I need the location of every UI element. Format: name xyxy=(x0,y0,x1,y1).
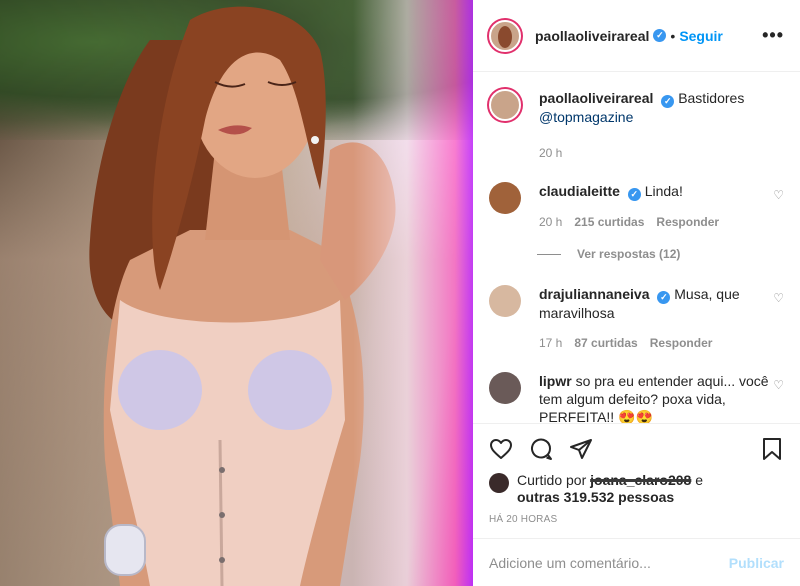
comment-like-heart-icon[interactable]: ♡ xyxy=(773,188,784,202)
header-separator: • xyxy=(670,27,676,44)
comments-panel[interactable]: paollaoliveirareal ✓ Bastidores @topmaga… xyxy=(473,73,800,423)
caption-time[interactable]: 20 h xyxy=(539,146,562,160)
verified-badge-icon: ✓ xyxy=(627,188,641,201)
comment-likes[interactable]: 87 curtidas xyxy=(574,336,637,350)
comment-item: lipwr so pra eu entender aqui... você te… xyxy=(489,372,784,423)
add-comment-bar: Publicar xyxy=(473,538,800,586)
comment-item: drajuliannaneiva ✓ Musa, que maravilhosa… xyxy=(489,285,784,350)
verified-badge-icon: ✓ xyxy=(657,291,671,304)
more-options-icon[interactable]: ••• xyxy=(762,25,784,46)
comment-bubble-icon[interactable] xyxy=(529,437,553,461)
comment-like-heart-icon[interactable]: ♡ xyxy=(773,378,784,392)
likes-connector: e xyxy=(695,472,704,488)
reply-button[interactable]: Responder xyxy=(650,336,713,350)
bookmark-icon[interactable] xyxy=(760,437,784,461)
comment-username[interactable]: lipwr xyxy=(539,373,572,389)
post-timestamp[interactable]: HÁ 20 HORAS xyxy=(489,514,784,525)
liker-username[interactable]: joana_claro208 xyxy=(590,472,691,488)
likes-summary: Curtido por joana_claro208 e outras 319.… xyxy=(489,472,784,506)
comment-username[interactable]: drajuliannaneiva xyxy=(539,286,649,302)
post-header: paollaoliveirareal ✓ • Seguir ••• xyxy=(473,0,800,72)
caption-username[interactable]: paollaoliveirareal xyxy=(539,90,653,106)
comment-input[interactable] xyxy=(489,554,729,571)
author-avatar[interactable] xyxy=(489,19,521,52)
verified-badge-icon: ✓ xyxy=(661,95,675,108)
likes-prefix: Curtido por xyxy=(517,472,587,488)
photo-light-leak xyxy=(353,0,473,586)
like-heart-icon[interactable] xyxy=(489,437,513,461)
comment-time[interactable]: 20 h xyxy=(539,215,562,229)
verified-badge-icon: ✓ xyxy=(653,29,667,42)
comment-likes[interactable]: 215 curtidas xyxy=(574,215,644,229)
comment-text: so pra eu entender aqui... você tem algu… xyxy=(539,373,769,423)
follow-button[interactable]: Seguir xyxy=(679,28,723,44)
comment-like-heart-icon[interactable]: ♡ xyxy=(773,291,784,305)
author-username[interactable]: paollaoliveirareal xyxy=(535,28,649,44)
commenter-avatar[interactable] xyxy=(489,372,521,404)
caption-avatar[interactable] xyxy=(489,89,521,121)
comment-text: Linda! xyxy=(644,183,683,199)
caption-text-block: paollaoliveirareal ✓ Bastidores @topmaga… xyxy=(539,89,779,126)
reply-button[interactable]: Responder xyxy=(656,215,719,229)
publish-button[interactable]: Publicar xyxy=(729,555,784,571)
view-replies-label: Ver respostas (12) xyxy=(577,247,681,261)
caption-mention-link[interactable]: @topmagazine xyxy=(539,109,633,125)
likes-others-link[interactable]: outras 319.532 pessoas xyxy=(517,489,674,505)
share-send-icon[interactable] xyxy=(569,437,593,461)
post-photo[interactable] xyxy=(0,0,473,586)
caption: paollaoliveirareal ✓ Bastidores @topmaga… xyxy=(489,89,784,160)
replies-divider xyxy=(537,253,561,255)
liker-avatar[interactable] xyxy=(489,473,509,493)
commenter-avatar[interactable] xyxy=(489,285,521,317)
comment-username[interactable]: claudialeitte xyxy=(539,183,620,199)
view-replies-button[interactable]: Ver respostas (12) xyxy=(537,247,784,261)
post-actions: Curtido por joana_claro208 e outras 319.… xyxy=(473,423,800,543)
comment-time[interactable]: 17 h xyxy=(539,336,562,350)
commenter-avatar[interactable] xyxy=(489,182,521,214)
caption-text: Bastidores xyxy=(678,90,745,106)
comment-item: claudialeitte ✓ Linda! 20 h 215 curtidas… xyxy=(489,182,784,229)
